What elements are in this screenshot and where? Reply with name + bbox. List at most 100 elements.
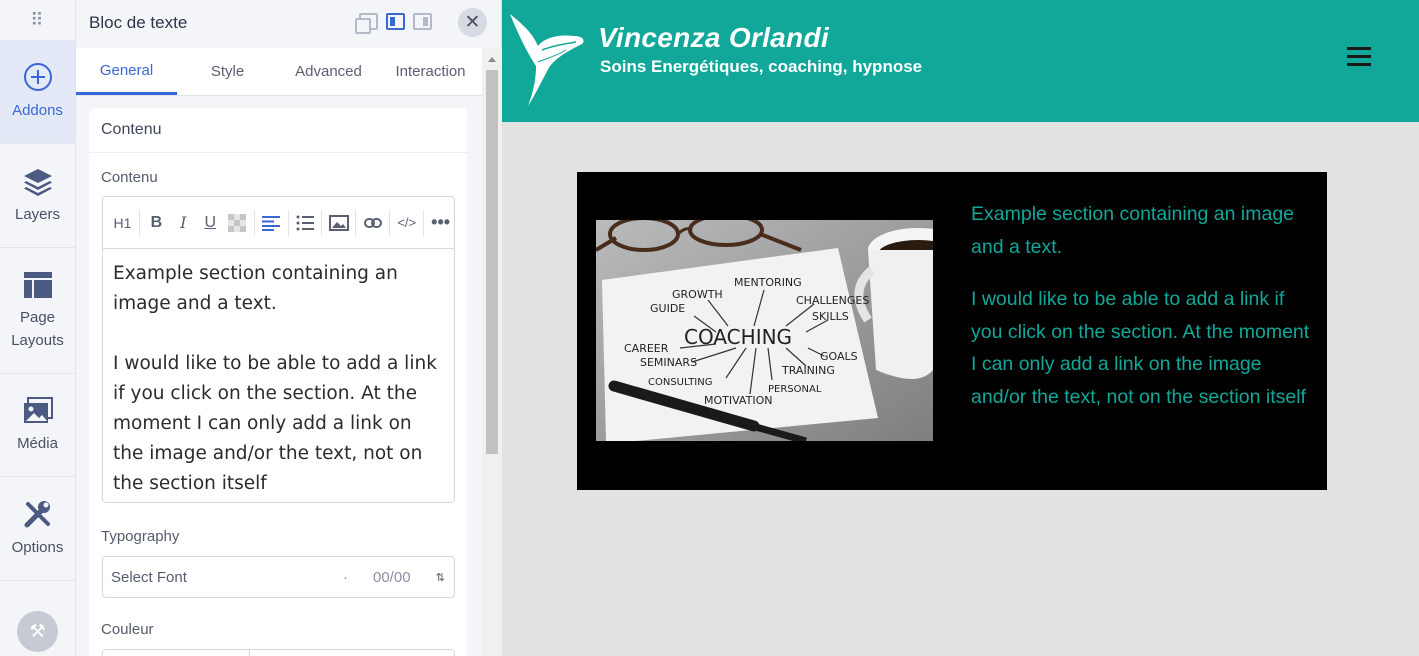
panel-title: Bloc de texte: [89, 12, 188, 32]
code-icon: </>: [397, 215, 417, 230]
toolbar-separator: [321, 209, 323, 236]
panel-header: Bloc de texte ✕: [76, 0, 501, 45]
settings-panel: Bloc de texte ✕ General Style Advanced I…: [76, 0, 502, 656]
link-button[interactable]: [359, 209, 386, 237]
section-text[interactable]: Example section containing an image and …: [971, 198, 1317, 413]
rail-item-addons[interactable]: Addons: [0, 40, 75, 144]
clean-icon[interactable]: ⚒: [17, 611, 58, 652]
dock-left-icon[interactable]: [386, 13, 405, 30]
image-word: TRAINING: [781, 364, 835, 377]
media-icon: [23, 396, 53, 423]
more-button[interactable]: •••: [427, 209, 454, 237]
image-word: GOALS: [820, 350, 858, 363]
toolbar-separator: [287, 209, 289, 236]
hamburger-menu-icon[interactable]: [1347, 47, 1371, 71]
floating-view-icon[interactable]: [355, 13, 378, 34]
section-paragraph: Example section containing an image and …: [971, 203, 1295, 258]
page-preview: Vincenza Orlandi Soins Energétiques, coa…: [502, 0, 1419, 656]
rail-item-label: Page Layouts: [11, 308, 64, 349]
content-label: Contenu: [101, 169, 158, 186]
panel-view-toggles: [355, 13, 432, 34]
scroll-thumb[interactable]: [486, 70, 498, 454]
rail-item-label: Layers: [14, 206, 61, 223]
editor-text-area[interactable]: Example section containing an image and …: [103, 249, 454, 509]
list-button[interactable]: [292, 209, 319, 237]
image-word: MENTORING: [734, 276, 802, 289]
rich-text-editor[interactable]: H1 B I U </> ••• Example section contain…: [102, 196, 455, 503]
rail-item-layers[interactable]: Layers: [0, 144, 75, 248]
heading-button[interactable]: H1: [109, 209, 136, 237]
image-icon: [328, 214, 349, 231]
panel-tabs: General Style Advanced Interaction: [76, 48, 482, 96]
plus-circle-icon: [23, 63, 52, 91]
rail-item-page-layouts[interactable]: Page Layouts: [0, 248, 75, 374]
code-button[interactable]: </>: [393, 209, 420, 237]
bird-logo-icon[interactable]: [508, 10, 588, 110]
layers-icon: [23, 169, 52, 196]
font-select-value: Select Font: [111, 568, 187, 586]
image-word: CAREER: [624, 342, 669, 355]
font-select[interactable]: Select Font · 00/00 ⇅: [102, 556, 455, 598]
image-word: CONSULTING: [648, 377, 712, 388]
rail-item-media[interactable]: Média: [0, 374, 75, 477]
italic-button[interactable]: I: [170, 209, 197, 237]
tools-icon: [24, 501, 50, 528]
color-picker[interactable]: [102, 649, 455, 656]
site-title[interactable]: Vincenza Orlandi: [598, 22, 829, 54]
checker-icon: [228, 213, 247, 232]
align-left-icon: [262, 215, 281, 231]
font-count: 00/00: [373, 568, 411, 586]
image-word-center: COACHING: [684, 325, 792, 349]
panel-content: Contenu Contenu H1 B I U </> ••• Example…: [89, 108, 467, 656]
left-rail: ⠿ Addons Layers Page Layouts Média Optio…: [0, 0, 76, 656]
toolbar-separator: [389, 209, 391, 236]
rail-item-label: Options: [11, 539, 64, 556]
list-icon: [296, 215, 314, 230]
tab-interaction[interactable]: Interaction: [379, 48, 482, 95]
site-header: Vincenza Orlandi Soins Energétiques, coa…: [502, 0, 1419, 122]
underline-button[interactable]: U: [197, 209, 224, 237]
rail-item-options[interactable]: Options: [0, 477, 75, 581]
rail-item-label: Addons: [12, 102, 63, 119]
tab-general[interactable]: General: [76, 48, 177, 95]
dock-right-icon[interactable]: [413, 13, 432, 30]
image-button[interactable]: [325, 209, 352, 237]
color-label: Couleur: [101, 621, 154, 638]
sort-arrows-icon: ⇅: [435, 571, 445, 584]
layout-icon: [23, 271, 52, 298]
toolbar-separator: [423, 209, 425, 236]
coaching-photo: COACHING MENTORING GROWTH CHALLENGES GUI…: [596, 220, 933, 441]
typography-label: Typography: [101, 528, 180, 545]
image-word: GUIDE: [650, 302, 685, 315]
drag-handle-icon[interactable]: ⠿: [0, 0, 75, 40]
rail-item-label: Média: [17, 434, 58, 452]
image-word: SEMINARS: [640, 356, 697, 369]
content-section[interactable]: COACHING MENTORING GROWTH CHALLENGES GUI…: [577, 172, 1327, 490]
scroll-up-icon[interactable]: [488, 57, 496, 62]
image-word: GROWTH: [672, 288, 723, 301]
site-tagline: Soins Energétiques, coaching, hypnose: [600, 57, 923, 76]
image-word: SKILLS: [812, 310, 849, 323]
font-select-dot: ·: [343, 568, 348, 586]
section-title: Contenu: [89, 108, 467, 153]
text-color-button[interactable]: [224, 209, 251, 237]
tab-advanced[interactable]: Advanced: [278, 48, 379, 95]
more-icon: •••: [431, 212, 451, 232]
editor-toolbar: H1 B I U </> •••: [103, 197, 454, 249]
close-button[interactable]: ✕: [458, 8, 487, 37]
bold-button[interactable]: B: [143, 209, 170, 237]
align-left-button[interactable]: [258, 209, 285, 237]
coaching-image[interactable]: COACHING MENTORING GROWTH CHALLENGES GUI…: [596, 220, 933, 441]
toolbar-separator: [138, 209, 140, 236]
tab-style[interactable]: Style: [177, 48, 278, 95]
image-word: PERSONAL: [768, 384, 822, 395]
image-word: CHALLENGES: [796, 294, 869, 307]
editor-paragraph: I would like to be able to add a link if…: [113, 353, 437, 494]
link-icon: [363, 217, 382, 228]
panel-scrollbar[interactable]: [482, 48, 502, 656]
section-paragraph: I would like to be able to add a link if…: [971, 288, 1310, 408]
toolbar-separator: [355, 209, 357, 236]
editor-paragraph: Example section containing an image and …: [113, 263, 398, 314]
close-icon: ✕: [464, 12, 481, 33]
image-word: MOTIVATION: [704, 394, 772, 407]
